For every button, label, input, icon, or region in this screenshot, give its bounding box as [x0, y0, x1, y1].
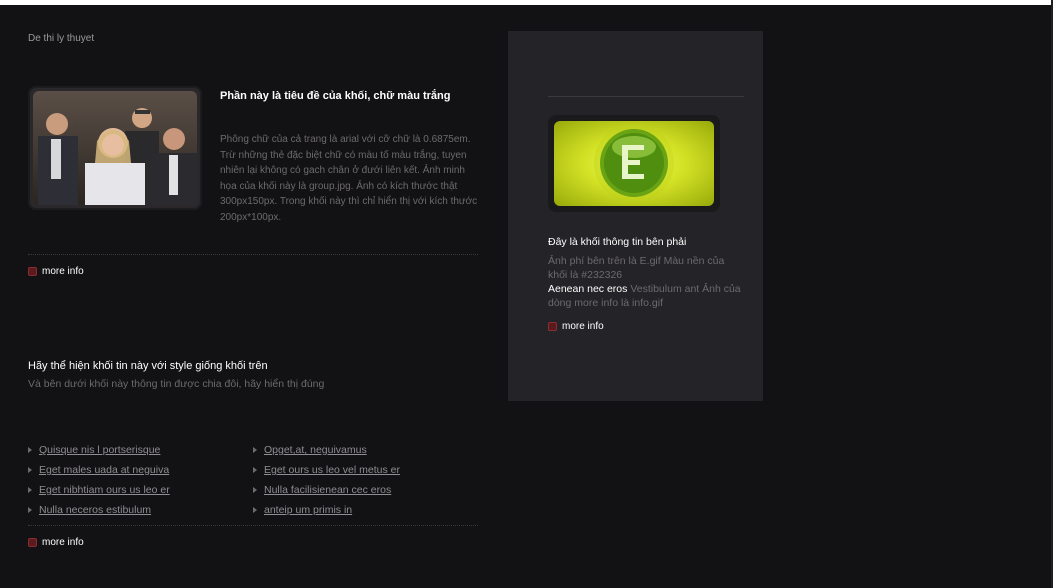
list-item: Eget ours us leo vel metus er	[253, 460, 400, 480]
info-icon	[28, 267, 37, 276]
bullet-arrow-icon	[28, 507, 32, 513]
top-border	[0, 0, 1053, 5]
list-link[interactable]: Eget males uada at neguiva	[39, 464, 169, 476]
bullet-arrow-icon	[28, 467, 32, 473]
list-item: Quisque nis l portserisque	[28, 440, 170, 460]
more-info-link[interactable]: more info	[28, 266, 84, 277]
right-info-panel: Đây là khối thông tin bên phải Ảnh phí b…	[508, 31, 763, 401]
list-link[interactable]: anteip um primis in	[264, 504, 352, 516]
panel-text: Ảnh phí bên trên là E.gif Màu nền của kh…	[548, 254, 743, 310]
list-item: Opget,at, neguivamus	[253, 440, 400, 460]
section-title: Hãy thể hiện khối tin này với style giốn…	[28, 360, 268, 372]
list-item: Eget males uada at neguiva	[28, 460, 170, 480]
link-list-left: Quisque nis l portserisque Eget males ua…	[28, 440, 170, 520]
page-title: De thi ly thuyet	[28, 33, 95, 44]
group-photo	[28, 86, 202, 210]
list-link[interactable]: Eget nibhtiam ours us leo er	[39, 484, 170, 496]
info-icon	[28, 538, 37, 547]
more-info-label: more info	[42, 537, 84, 548]
panel-text-1: Ảnh phí bên trên là E.gif Màu nền của kh…	[548, 255, 725, 281]
more-info-link[interactable]: more info	[28, 537, 84, 548]
feature-block: Phần này là tiêu đề của khối, chữ màu tr…	[28, 86, 478, 225]
list-link[interactable]: Nulla neceros estibulum	[39, 504, 151, 516]
bullet-arrow-icon	[253, 507, 257, 513]
list-link[interactable]: Opget,at, neguivamus	[264, 444, 367, 456]
panel-strong: Aenean nec eros	[548, 283, 628, 295]
list-item: Eget nibhtiam ours us leo er	[28, 480, 170, 500]
bullet-arrow-icon	[28, 487, 32, 493]
divider	[28, 525, 478, 526]
panel-title: Đây là khối thông tin bên phải	[548, 236, 687, 248]
more-info-label: more info	[42, 266, 84, 277]
list-link[interactable]: Nulla facilisienean cec eros	[264, 484, 391, 496]
more-info-label: more info	[562, 321, 604, 332]
list-item: anteip um primis in	[253, 500, 400, 520]
list-item: Nulla facilisienean cec eros	[253, 480, 400, 500]
e-logo-image	[548, 115, 720, 212]
more-info-link[interactable]: more info	[548, 321, 604, 332]
list-item: Nulla neceros estibulum	[28, 500, 170, 520]
link-list-right: Opget,at, neguivamus Eget ours us leo ve…	[253, 440, 400, 520]
info-icon	[548, 322, 557, 331]
bullet-arrow-icon	[28, 447, 32, 453]
list-link[interactable]: Quisque nis l portserisque	[39, 444, 160, 456]
section-subtitle: Và bên dưới khối này thông tin được chia…	[28, 378, 325, 390]
bullet-arrow-icon	[253, 487, 257, 493]
bullet-arrow-icon	[253, 467, 257, 473]
list-link[interactable]: Eget ours us leo vel metus er	[264, 464, 400, 476]
bullet-arrow-icon	[253, 447, 257, 453]
divider	[28, 254, 478, 255]
divider	[548, 96, 744, 97]
e-logo-icon	[594, 123, 674, 203]
